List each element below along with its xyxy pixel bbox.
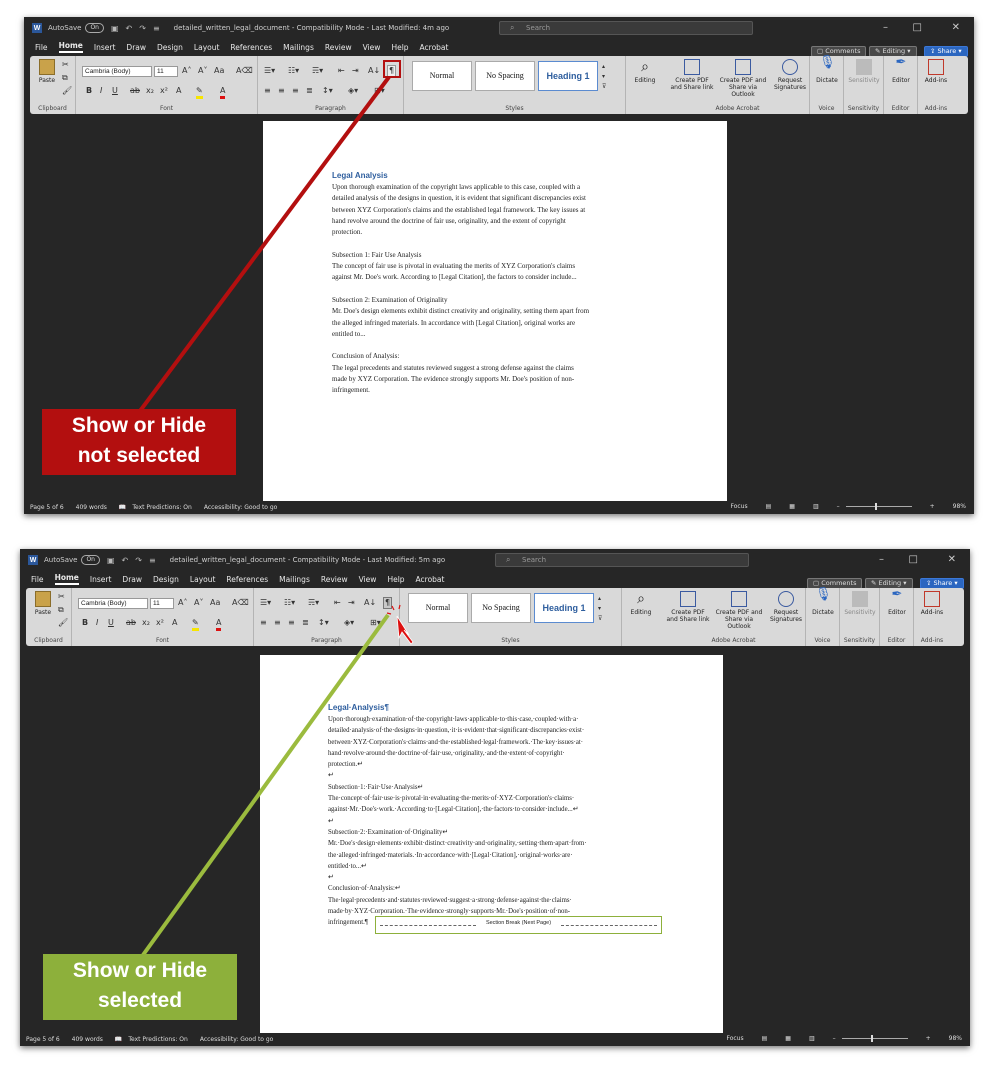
highlight-box-red	[383, 60, 401, 78]
callout-not-selected: Show or Hide not selected	[42, 409, 236, 475]
annotation-overlay	[138, 60, 414, 957]
cursor-click-icon	[386, 604, 414, 645]
pointer-line-green	[141, 613, 390, 957]
pointer-line-red	[138, 75, 391, 413]
callout-selected: Show or Hide selected	[43, 954, 237, 1020]
